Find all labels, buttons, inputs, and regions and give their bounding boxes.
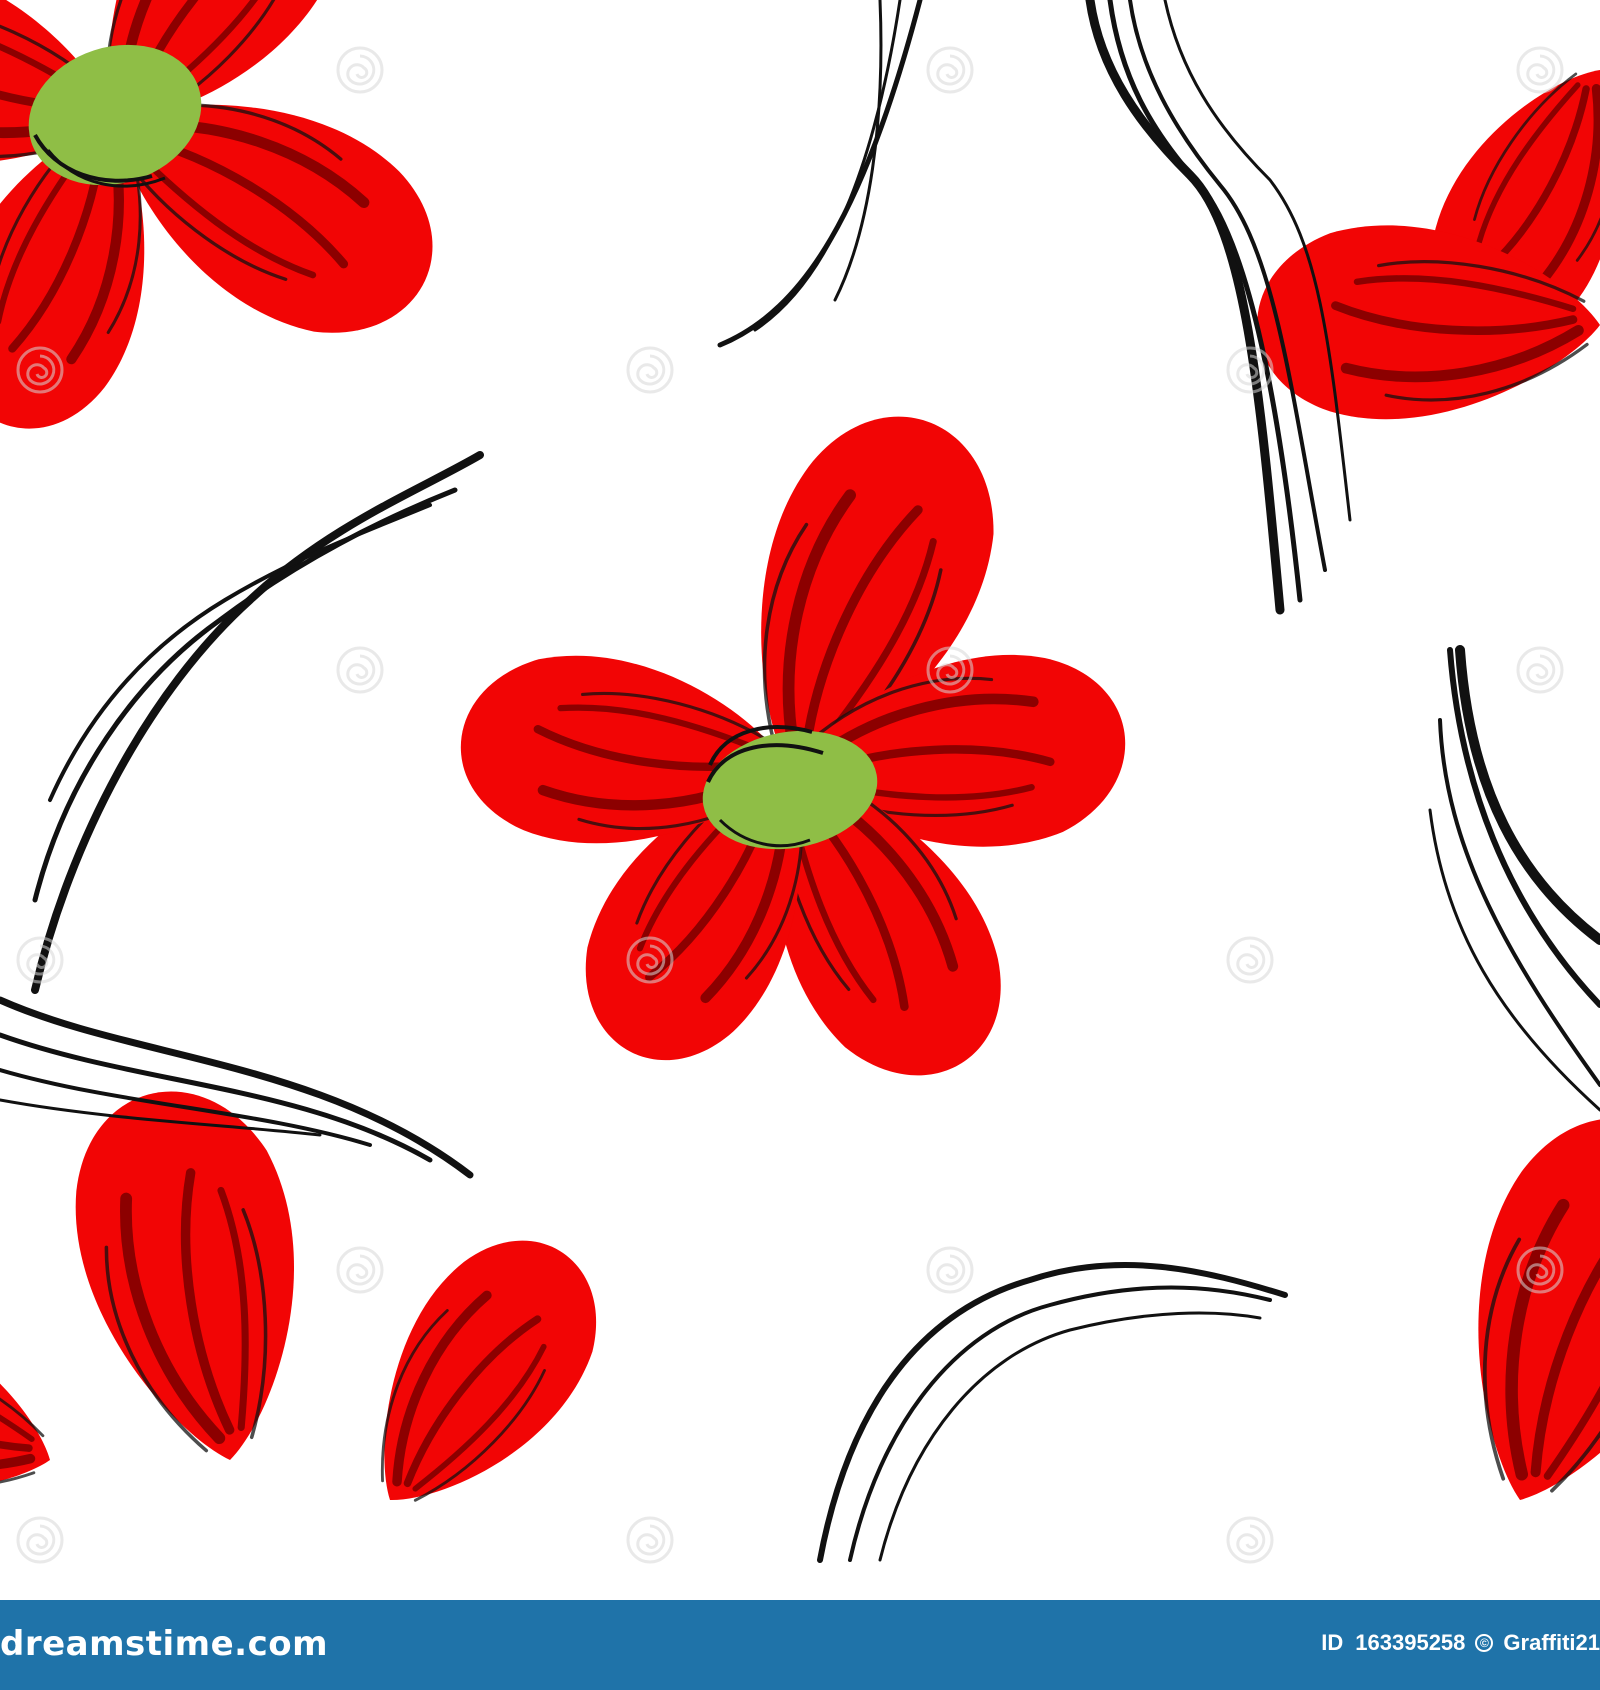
stock-image-page: dreamstime.com ID 163395258 © Graffiti21 bbox=[0, 0, 1600, 1690]
site-brand: dreamstime.com bbox=[0, 1624, 329, 1664]
copyright-icon: © bbox=[1475, 1634, 1494, 1652]
stock-footer-bar: dreamstime.com ID 163395258 © Graffiti21 bbox=[0, 1600, 1600, 1690]
image-id-value: 163395258 bbox=[1355, 1630, 1466, 1655]
top-left-flower bbox=[0, 0, 468, 455]
image-credit: ID 163395258 © Graffiti21 bbox=[1321, 1630, 1600, 1656]
bottom-right-flower-part bbox=[1416, 1089, 1600, 1536]
floral-pattern-svg bbox=[0, 0, 1600, 1564]
floral-pattern-artwork bbox=[0, 0, 1600, 1600]
top-right-flower-part bbox=[1257, 34, 1600, 419]
main-flower bbox=[453, 384, 1135, 1114]
author-name: Graffiti21 bbox=[1503, 1630, 1600, 1655]
image-id-label: ID bbox=[1321, 1630, 1344, 1655]
bottom-left-flower-part bbox=[0, 1071, 635, 1550]
